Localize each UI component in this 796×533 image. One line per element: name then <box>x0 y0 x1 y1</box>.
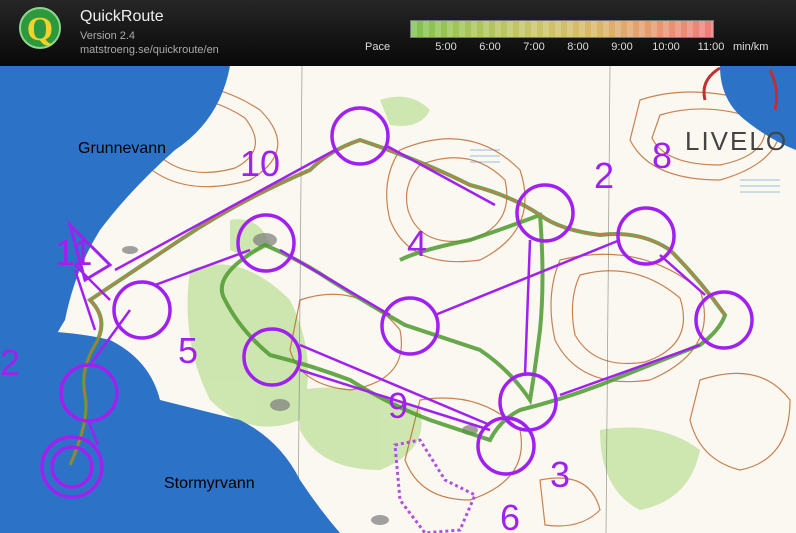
quickroute-logo-icon: Q <box>19 7 61 49</box>
pace-tick: 5:00 <box>435 41 457 53</box>
control-number: 2 <box>594 155 614 196</box>
app-url: matstroeng.se/quickroute/en <box>80 44 219 56</box>
control-number: 8 <box>652 135 672 176</box>
app-version: Version 2.4 <box>80 30 136 42</box>
orienteering-map[interactable]: 10 2 8 11 4 5 2 9 3 6 Grunnevann Stormyr… <box>0 66 796 533</box>
app-title: QuickRoute <box>80 8 164 25</box>
control-number: 9 <box>388 385 408 426</box>
control-number: 11 <box>55 232 92 273</box>
header-bar: Q QuickRoute Version 2.4 matstroeng.se/q… <box>0 0 796 66</box>
control-number: 4 <box>407 223 427 264</box>
control-number: 6 <box>500 497 520 533</box>
control-number: 2 <box>0 342 20 383</box>
pace-tick: 9:00 <box>611 41 633 53</box>
lake-label: Stormyrvann <box>164 475 255 492</box>
pace-unit: min/km <box>733 41 769 53</box>
pace-gradient-bar <box>410 20 714 38</box>
pace-tick: 6:00 <box>479 41 501 53</box>
control-number: 3 <box>550 454 570 495</box>
map-logo-text: LIVELO <box>685 126 788 156</box>
quickroute-window: Q QuickRoute Version 2.4 matstroeng.se/q… <box>0 0 796 533</box>
svg-text:Q: Q <box>27 11 53 48</box>
pace-tick: 10:00 <box>652 41 680 53</box>
pace-tick: 8:00 <box>567 41 589 53</box>
pace-tick: 7:00 <box>523 41 545 53</box>
pace-label: Pace <box>365 41 391 53</box>
pace-tick: 11:00 <box>697 41 725 53</box>
control-number: 5 <box>178 330 198 371</box>
control-number: 10 <box>240 143 280 184</box>
lake-label: Grunnevann <box>78 140 166 157</box>
